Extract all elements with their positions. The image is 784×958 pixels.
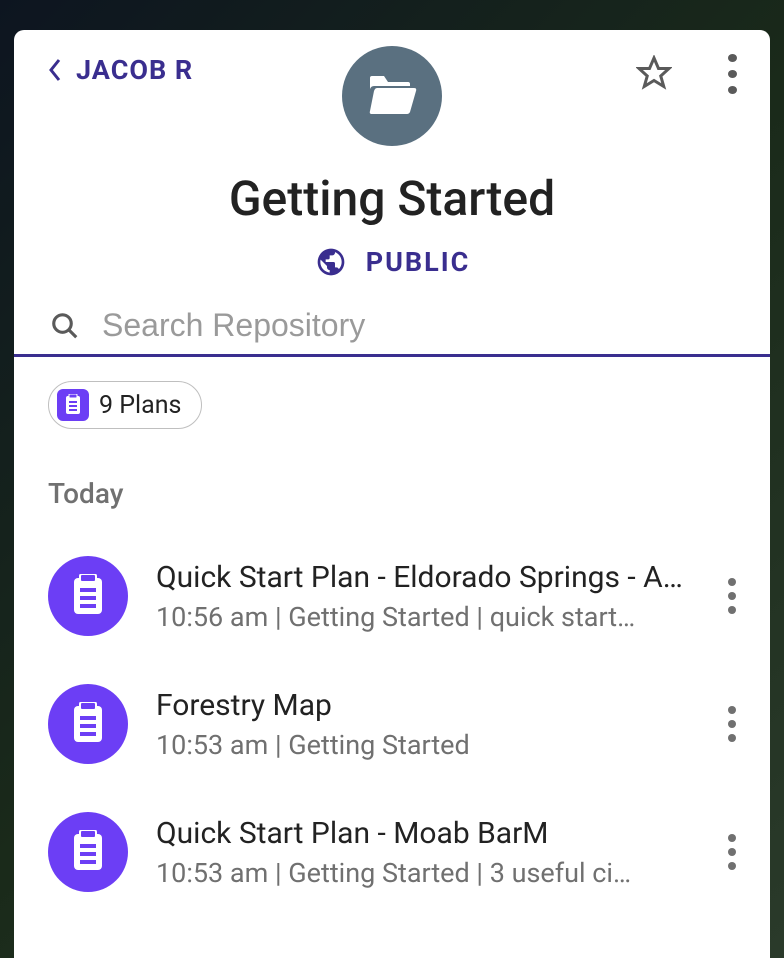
- list-item[interactable]: Quick Start Plan - Eldorado Springs - A……: [48, 532, 756, 660]
- clipboard-icon: [48, 556, 128, 636]
- list-item[interactable]: Forestry Map 10:53 am | Getting Started: [48, 660, 756, 788]
- visibility-badge[interactable]: PUBLIC: [46, 245, 738, 279]
- list-item-subtitle: 10:53 am | Getting Started | 3 useful ci…: [156, 857, 698, 889]
- list-item-title: Forestry Map: [156, 688, 698, 723]
- breadcrumb-label: JACOB R: [76, 54, 193, 86]
- clipboard-icon: [48, 812, 128, 892]
- list-item-title: Quick Start Plan - Eldorado Springs - A…: [156, 560, 698, 595]
- section-header: Today: [48, 477, 770, 510]
- more-vertical-icon[interactable]: [726, 54, 738, 94]
- panel-header: JACOB R Getting Started PUBLIC: [14, 30, 770, 279]
- list-item-content: Forestry Map 10:53 am | Getting Started: [156, 688, 698, 761]
- more-vertical-icon[interactable]: [726, 704, 738, 744]
- search-icon: [48, 309, 82, 343]
- folder-icon: [342, 46, 442, 146]
- more-vertical-icon[interactable]: [726, 576, 738, 616]
- filter-chip-plans[interactable]: 9 Plans: [48, 381, 202, 429]
- search-bar[interactable]: [14, 307, 770, 357]
- star-icon[interactable]: [636, 55, 674, 93]
- search-input[interactable]: [102, 307, 736, 344]
- more-vertical-icon[interactable]: [726, 832, 738, 872]
- list-item-subtitle: 10:53 am | Getting Started: [156, 729, 698, 761]
- list-item-content: Quick Start Plan - Moab BarM 10:53 am | …: [156, 816, 698, 889]
- clipboard-icon: [57, 389, 89, 421]
- globe-icon: [314, 245, 348, 279]
- header-actions: [636, 54, 738, 94]
- clipboard-icon: [48, 684, 128, 764]
- list-item[interactable]: Quick Start Plan - Moab BarM 10:53 am | …: [48, 788, 756, 916]
- filter-chip-label: 9 Plans: [99, 391, 181, 420]
- list-item-subtitle: 10:56 am | Getting Started | quick start…: [156, 601, 698, 633]
- visibility-label: PUBLIC: [366, 246, 471, 278]
- page-title: Getting Started: [46, 170, 738, 227]
- repository-panel: JACOB R Getting Started PUBLIC: [14, 30, 770, 958]
- list-item-title: Quick Start Plan - Moab BarM: [156, 816, 698, 851]
- plan-list: Quick Start Plan - Eldorado Springs - A……: [14, 532, 770, 916]
- list-item-content: Quick Start Plan - Eldorado Springs - A……: [156, 560, 698, 633]
- chevron-left-icon: [46, 56, 64, 84]
